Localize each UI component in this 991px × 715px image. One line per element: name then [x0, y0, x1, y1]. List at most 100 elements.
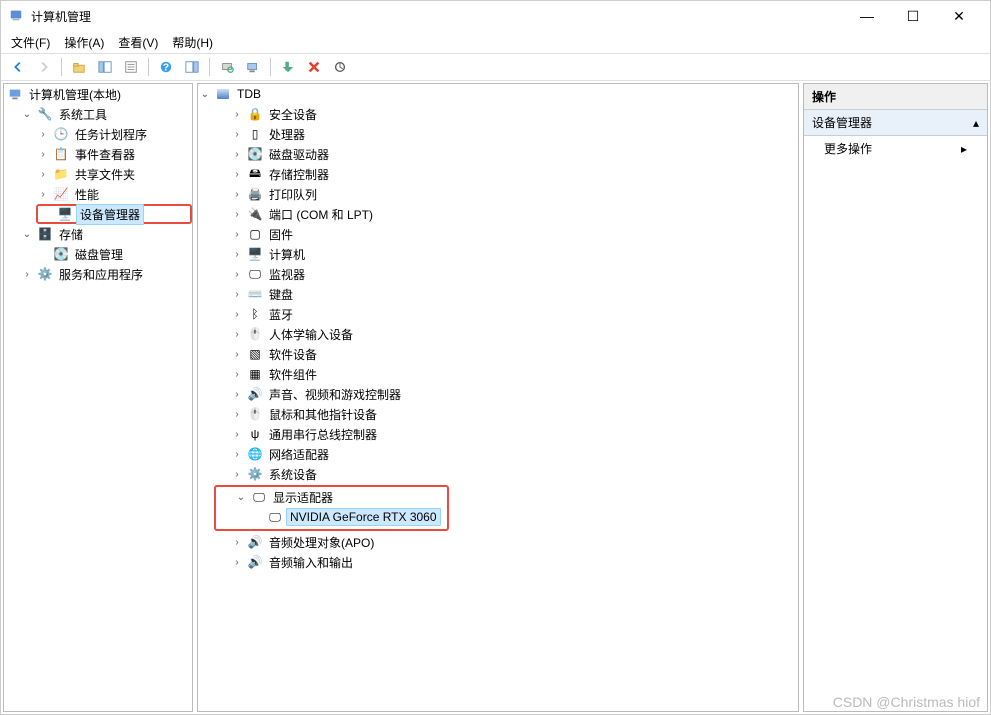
update-driver-button[interactable]	[329, 56, 351, 78]
device-icon: 🔌	[247, 206, 263, 222]
tree-root-computer-mgmt[interactable]: 计算机管理(本地)	[4, 84, 192, 104]
device-icon: ᛒ	[247, 306, 263, 322]
maximize-button[interactable]: ☐	[890, 1, 936, 31]
tree-device-manager[interactable]: ›🖥️设备管理器	[36, 204, 192, 224]
device-category[interactable]: ›🔊音频处理对象(APO)	[214, 532, 798, 552]
device-category[interactable]: ›ψ通用串行总线控制器	[214, 424, 798, 444]
forward-button[interactable]	[33, 56, 55, 78]
expand-icon[interactable]: ›	[230, 349, 244, 360]
tree-performance[interactable]: ›📈性能	[36, 184, 192, 204]
expand-icon[interactable]: ›	[230, 309, 244, 320]
device-icon: 🔊	[247, 386, 263, 402]
device-category[interactable]: ›🌐网络适配器	[214, 444, 798, 464]
device-icon: 🖴	[247, 166, 263, 182]
expand-icon[interactable]: ›	[230, 409, 244, 420]
device-category[interactable]: ›🖴存储控制器	[214, 164, 798, 184]
device-category[interactable]: ›▢固件	[214, 224, 798, 244]
device-category[interactable]: ›💽磁盘驱动器	[214, 144, 798, 164]
show-hide-tree-button[interactable]	[94, 56, 116, 78]
expand-icon[interactable]: ›	[230, 129, 244, 140]
device-category[interactable]: ›🔌端口 (COM 和 LPT)	[214, 204, 798, 224]
expand-icon[interactable]: ›	[36, 129, 50, 140]
tree-services-apps[interactable]: ›⚙️服务和应用程序	[20, 264, 192, 284]
folder-icon: 📁	[53, 166, 69, 182]
actions-header: 操作	[804, 84, 987, 110]
tree-storage[interactable]: ⌄ 🗄️ 存储	[20, 224, 192, 244]
tree-disk-mgmt[interactable]: ›💽磁盘管理	[36, 244, 192, 264]
device-category[interactable]: ›⚙️系统设备	[214, 464, 798, 484]
expand-icon[interactable]: ›	[230, 289, 244, 300]
expand-icon[interactable]: ›	[230, 209, 244, 220]
expand-icon[interactable]: ›	[230, 537, 244, 548]
expand-icon[interactable]: ›	[230, 389, 244, 400]
expand-icon[interactable]: ›	[230, 109, 244, 120]
help-button[interactable]: ?	[155, 56, 177, 78]
expand-icon[interactable]: ›	[230, 449, 244, 460]
device-category[interactable]: ›▧软件设备	[214, 344, 798, 364]
expand-icon[interactable]: ›	[230, 329, 244, 340]
expand-icon[interactable]: ›	[36, 189, 50, 200]
back-button[interactable]	[7, 56, 29, 78]
collapse-icon[interactable]: ⌄	[234, 492, 248, 503]
collapse-icon[interactable]: ⌄	[20, 109, 34, 120]
device-category[interactable]: ›🖱️鼠标和其他指针设备	[214, 404, 798, 424]
device-category[interactable]: ›🖵监视器	[214, 264, 798, 284]
label: 计算机管理(本地)	[26, 85, 124, 104]
scan-hardware-button[interactable]	[216, 56, 238, 78]
uninstall-device-button[interactable]	[303, 56, 325, 78]
expand-icon[interactable]: ›	[230, 149, 244, 160]
tree-system-tools[interactable]: ⌄ 🔧 系统工具	[20, 104, 192, 124]
tree-task-scheduler[interactable]: ›🕒任务计划程序	[36, 124, 192, 144]
device-category[interactable]: ⌄🖵显示适配器	[218, 487, 445, 507]
app-icon	[9, 8, 25, 24]
expand-icon[interactable]: ›	[230, 169, 244, 180]
chevron-right-icon: ▸	[961, 142, 967, 156]
expand-icon[interactable]: ›	[230, 557, 244, 568]
expand-icon[interactable]: ›	[230, 269, 244, 280]
watermark: CSDN @Christmas hiof	[833, 694, 980, 710]
actions-category[interactable]: 设备管理器 ▴	[804, 110, 987, 136]
tree-shared-folders[interactable]: ›📁共享文件夹	[36, 164, 192, 184]
actions-more[interactable]: 更多操作 ▸	[804, 136, 987, 161]
device-root[interactable]: ⌄ TDB	[198, 84, 798, 104]
menu-action[interactable]: 操作(A)	[58, 32, 110, 53]
expand-icon[interactable]: ›	[230, 429, 244, 440]
device-category[interactable]: ›⌨️键盘	[214, 284, 798, 304]
minimize-button[interactable]: —	[844, 1, 890, 31]
expand-icon[interactable]: ›	[230, 249, 244, 260]
add-hardware-button[interactable]	[242, 56, 264, 78]
device-category[interactable]: ›▯处理器	[214, 124, 798, 144]
device-category[interactable]: ›🔒安全设备	[214, 104, 798, 124]
menu-file[interactable]: 文件(F)	[5, 32, 56, 53]
device-category[interactable]: ›▦软件组件	[214, 364, 798, 384]
expand-icon[interactable]: ›	[36, 149, 50, 160]
device-gpu[interactable]: 🖵NVIDIA GeForce RTX 3060	[218, 507, 445, 527]
device-category[interactable]: ›🖥️计算机	[214, 244, 798, 264]
close-button[interactable]: ✕	[936, 1, 982, 31]
up-button[interactable]	[68, 56, 90, 78]
device-category[interactable]: ›🖱️人体学输入设备	[214, 324, 798, 344]
device-category[interactable]: ›🔊声音、视频和游戏控制器	[214, 384, 798, 404]
device-category[interactable]: ›🖨️打印队列	[214, 184, 798, 204]
device-tree-panel: ⌄ TDB ›🔒安全设备›▯处理器›💽磁盘驱动器›🖴存储控制器›🖨️打印队列›🔌…	[197, 83, 799, 712]
device-category[interactable]: ›🔊音频输入和输出	[214, 552, 798, 572]
menu-view[interactable]: 查看(V)	[112, 32, 164, 53]
menu-help[interactable]: 帮助(H)	[166, 32, 219, 53]
expand-icon[interactable]: ›	[230, 469, 244, 480]
properties-button[interactable]	[120, 56, 142, 78]
expand-icon[interactable]: ›	[20, 269, 34, 280]
expand-icon[interactable]: ›	[230, 369, 244, 380]
expand-icon[interactable]: ›	[230, 189, 244, 200]
toggle-actions-pane-button[interactable]	[181, 56, 203, 78]
collapse-icon[interactable]: ⌄	[20, 229, 34, 240]
expand-icon[interactable]: ›	[230, 229, 244, 240]
collapse-icon[interactable]: ⌄	[198, 89, 212, 100]
device-icon: 🖨️	[247, 186, 263, 202]
tree-event-viewer[interactable]: ›📋事件查看器	[36, 144, 192, 164]
enable-device-button[interactable]	[277, 56, 299, 78]
titlebar: 计算机管理 — ☐ ✕	[1, 1, 990, 31]
expand-icon[interactable]: ›	[36, 169, 50, 180]
actions-panel: 操作 设备管理器 ▴ 更多操作 ▸	[803, 83, 988, 712]
computer-mgmt-icon	[7, 86, 23, 102]
device-category[interactable]: ›ᛒ蓝牙	[214, 304, 798, 324]
